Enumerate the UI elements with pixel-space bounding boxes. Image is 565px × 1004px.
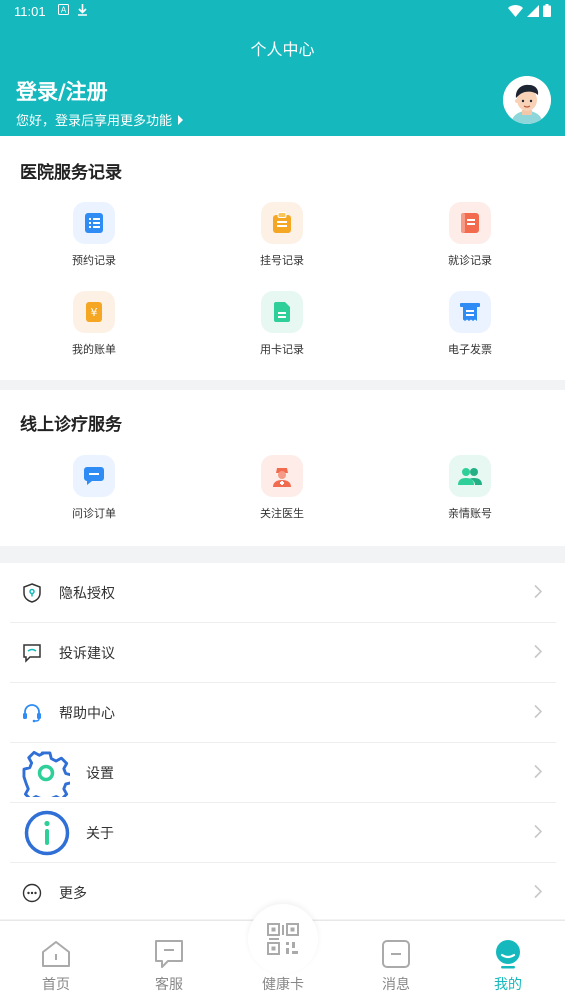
message-icon xyxy=(356,939,436,969)
info-icon xyxy=(24,810,70,856)
nav-messages-label: 消息 xyxy=(382,977,410,993)
nav-home[interactable]: 首页 xyxy=(16,939,96,994)
bill-icon: ¥ xyxy=(73,291,115,333)
avatar-illustration xyxy=(503,76,551,124)
hospital-records-card: 医院服务记录 预约记录 挂号记录 就诊记录 ¥ 我的账单 用卡记录 电子发票 xyxy=(0,136,565,380)
chevron-right-icon xyxy=(534,823,543,842)
qr-code-icon xyxy=(267,923,299,955)
gear-icon xyxy=(22,749,70,797)
nav-customer-service[interactable]: 客服 xyxy=(129,939,209,994)
followed-doctor-icon xyxy=(261,455,303,497)
settings-list: 隐私授权 投诉建议 帮助中心 设置 关于 更多 xyxy=(0,563,565,919)
nav-messages[interactable]: 消息 xyxy=(356,939,436,994)
nav-customer-service-label: 客服 xyxy=(155,977,183,993)
consultation-order-label: 问诊订单 xyxy=(72,507,116,520)
list-item-help-center[interactable]: 帮助中心 xyxy=(10,683,556,743)
nav-home-label: 首页 xyxy=(42,977,70,993)
svg-text:¥: ¥ xyxy=(91,306,98,319)
more-icon xyxy=(22,883,42,903)
chevron-right-icon xyxy=(534,884,543,903)
login-subtitle-text: 您好，登录后享用更多功能 xyxy=(16,114,173,129)
nav-profile[interactable]: 我的 xyxy=(468,939,548,994)
card-usage-icon xyxy=(261,291,303,333)
settings-label: 设置 xyxy=(86,765,114,782)
privacy-label: 隐私授权 xyxy=(59,585,115,602)
wifi-icon xyxy=(508,4,523,17)
header: 11:01 A 个人中心 登录/注册 您好，登录后享用更多功能 xyxy=(0,0,565,136)
login-subtitle[interactable]: 您好，登录后享用更多功能 xyxy=(16,110,184,129)
nav-health-card-label: 健康卡 xyxy=(262,977,304,993)
download-icon xyxy=(78,4,87,16)
notification-a-icon: A xyxy=(58,4,69,15)
family-account-icon xyxy=(449,455,491,497)
card-usage-item[interactable]: 用卡记录 xyxy=(222,291,342,357)
battery-icon xyxy=(543,4,551,17)
online-services-card: 线上诊疗服务 问诊订单 关注医生 亲情账号 xyxy=(0,390,565,546)
hospital-records-title: 医院服务记录 xyxy=(20,163,122,183)
chevron-right-icon xyxy=(534,583,543,602)
consultation-order-icon xyxy=(73,455,115,497)
caret-right-icon xyxy=(178,114,184,125)
chevron-right-icon xyxy=(534,763,543,782)
visit-record-label: 就诊记录 xyxy=(448,254,492,267)
feedback-label: 投诉建议 xyxy=(59,645,115,662)
list-item-privacy[interactable]: 隐私授权 xyxy=(10,563,556,623)
privacy-shield-icon xyxy=(22,582,42,603)
avatar[interactable] xyxy=(503,76,551,124)
family-account-item[interactable]: 亲情账号 xyxy=(410,455,530,521)
status-time: 11:01 xyxy=(14,4,46,19)
e-invoice-label: 电子发票 xyxy=(448,343,492,356)
e-invoice-icon xyxy=(449,291,491,333)
customer-service-icon xyxy=(129,939,209,969)
home-icon xyxy=(16,939,96,969)
feedback-icon xyxy=(22,643,42,663)
status-icons-left: A xyxy=(58,4,88,16)
nav-health-card[interactable] xyxy=(248,904,318,974)
appointment-record-icon xyxy=(73,202,115,244)
bill-label: 我的账单 xyxy=(72,343,116,356)
appointment-record-label: 预约记录 xyxy=(72,254,116,267)
list-item-feedback[interactable]: 投诉建议 xyxy=(10,623,556,683)
page-title: 个人中心 xyxy=(250,40,315,59)
status-bar: 11:01 A xyxy=(0,0,565,24)
visit-record-icon xyxy=(449,202,491,244)
signal-icon xyxy=(527,4,539,17)
appointment-record-item[interactable]: 预约记录 xyxy=(34,202,154,268)
registration-record-item[interactable]: 挂号记录 xyxy=(222,202,342,268)
nav-profile-label: 我的 xyxy=(494,977,522,993)
status-icons-right xyxy=(508,4,551,17)
e-invoice-item[interactable]: 电子发票 xyxy=(410,291,530,357)
help-center-label: 帮助中心 xyxy=(59,705,115,722)
list-item-settings[interactable]: 设置 xyxy=(10,743,556,803)
more-label: 更多 xyxy=(59,886,87,902)
profile-icon xyxy=(468,939,548,969)
registration-record-label: 挂号记录 xyxy=(260,254,304,267)
app-screen: 11:01 A 个人中心 登录/注册 您好，登录后享用更多功能 医院服务记录 预… xyxy=(0,0,565,1004)
headset-icon xyxy=(22,703,42,723)
visit-record-item[interactable]: 就诊记录 xyxy=(410,202,530,268)
about-label: 关于 xyxy=(86,825,114,842)
consultation-order-item[interactable]: 问诊订单 xyxy=(34,455,154,521)
followed-doctor-item[interactable]: 关注医生 xyxy=(222,455,342,521)
list-item-about[interactable]: 关于 xyxy=(10,803,556,863)
online-services-title: 线上诊疗服务 xyxy=(20,415,122,435)
family-account-label: 亲情账号 xyxy=(448,507,492,520)
chevron-right-icon xyxy=(534,643,543,662)
card-usage-label: 用卡记录 xyxy=(260,343,304,356)
svg-text:A: A xyxy=(61,6,67,15)
bill-item[interactable]: ¥ 我的账单 xyxy=(34,291,154,357)
followed-doctor-label: 关注医生 xyxy=(260,507,304,520)
registration-record-icon xyxy=(261,202,303,244)
chevron-right-icon xyxy=(534,703,543,722)
login-register-link[interactable]: 登录/注册 xyxy=(16,76,108,106)
